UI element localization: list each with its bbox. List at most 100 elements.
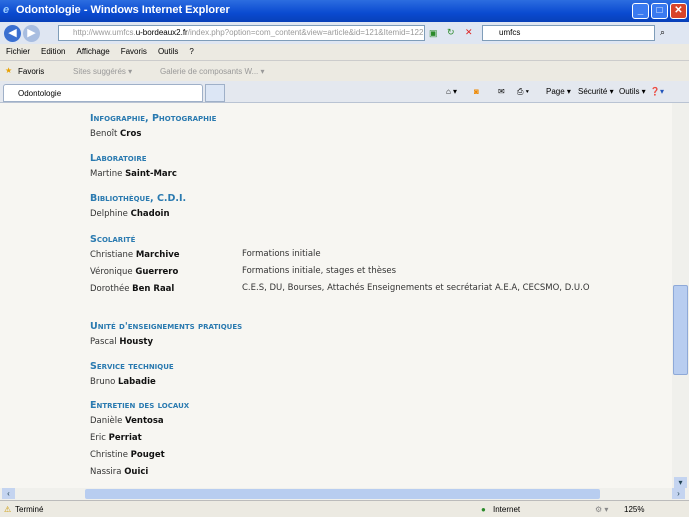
security-menu[interactable]: Sécurité ▾ [578, 87, 614, 96]
section-heading: Bibliothèque, C.D.I. [90, 193, 187, 204]
url-prefix: http://www.umfcs. [73, 28, 136, 37]
horizontal-scrollbar[interactable]: ‹ › [0, 488, 689, 500]
last-name: Saint-Marc [125, 169, 177, 179]
section-heading: Entretien des locaux [90, 400, 190, 411]
person-role: Formations initiale [242, 249, 321, 259]
address-row: ◀ ▶ http://www.umfcs.u-bordeaux2.fr/inde… [0, 22, 689, 44]
last-name: Labadie [118, 377, 156, 387]
tools-menu[interactable]: Outils ▾ [619, 87, 646, 96]
refresh-icon[interactable]: ↻ [447, 27, 455, 38]
section-heading: Laboratoire [90, 153, 147, 164]
person-role: C.E.S, DU, Bourses, Attachés Enseignemen… [242, 283, 590, 293]
last-name: Pouget [130, 450, 165, 460]
scroll-right-button[interactable]: › [672, 488, 685, 499]
url-path: /index.php?option=com_content&view=artic… [187, 28, 424, 37]
first-name: Delphine [90, 209, 128, 219]
vertical-scroll-thumb[interactable] [673, 285, 688, 375]
url-domain: u-bordeaux2.fr [135, 28, 188, 37]
zoom-level[interactable]: 125% [624, 505, 644, 514]
menu-fichier[interactable]: Fichier [0, 44, 35, 56]
last-name: Guerrero [135, 267, 179, 277]
first-name: Christine [90, 450, 128, 460]
section-heading: Service technique [90, 361, 174, 372]
tab-odontologie[interactable]: Odontologie [3, 84, 203, 102]
page-content: Infographie, Photographie Benoît Cros Labo… [0, 103, 672, 488]
menu-edition[interactable]: Edition [35, 44, 70, 56]
globe-icon: ● [481, 505, 486, 514]
back-button[interactable]: ◀ [4, 25, 21, 42]
first-name: Bruno [90, 377, 116, 387]
menu-outils[interactable]: Outils [152, 44, 183, 56]
person-row: Nassira Ouici [90, 467, 148, 477]
last-name: Marchive [135, 250, 180, 260]
person-row: Christiane Marchive [90, 250, 180, 260]
last-name: Ben Raal [132, 284, 175, 294]
star-icon: ★ [5, 66, 13, 75]
horizontal-scroll-thumb[interactable] [85, 489, 600, 499]
first-name: Dorothée [90, 284, 130, 294]
stop-icon[interactable]: ✕ [465, 27, 473, 38]
menu-affichage[interactable]: Affichage [70, 44, 114, 56]
maximize-button[interactable]: □ [651, 3, 668, 19]
status-bar: ⚠ Terminé ● Internet ⚙ ▾ 125% [0, 500, 689, 517]
status-text: Terminé [15, 505, 44, 514]
person-row: Delphine Chadoin [90, 209, 170, 219]
last-name: Ventosa [125, 416, 164, 426]
person-row: Benoît Cros [90, 129, 141, 139]
first-name: Martine [90, 169, 123, 179]
vertical-scrollbar[interactable]: ▾ [672, 103, 689, 488]
rss-icon[interactable]: ◙ [474, 87, 479, 96]
person-row: Véronique Guerrero [90, 267, 178, 277]
last-name: Housty [119, 337, 153, 347]
help-icon[interactable]: ❓▾ [650, 87, 664, 96]
section-heading: Scolarité [90, 234, 136, 245]
section-heading: Unité d'enseignements pratiques [90, 321, 243, 332]
home-icon[interactable]: ⌂ ▾ [446, 87, 457, 96]
person-row: Pascal Housty [90, 337, 153, 347]
scroll-left-button[interactable]: ‹ [2, 488, 15, 499]
first-name: Pascal [90, 337, 117, 347]
person-role: Formations initiale, stages et thèses [242, 266, 397, 276]
last-name: Cros [120, 129, 142, 139]
suggested-sites[interactable]: Sites suggérés ▾ [73, 67, 132, 76]
first-name: Benoît [90, 129, 118, 139]
menu-bar: Fichier Edition Affichage Favoris Outils? [0, 44, 689, 61]
web-slice-gallery[interactable]: Galerie de composants W... ▾ [160, 67, 265, 76]
first-name: Nassira [90, 467, 122, 477]
warning-icon: ⚠ [4, 505, 12, 514]
person-row: Christine Pouget [90, 450, 165, 460]
person-row: Danièle Ventosa [90, 416, 164, 426]
mail-icon[interactable]: ✉ [498, 87, 505, 96]
zone-label: Internet [493, 505, 521, 514]
forward-button[interactable]: ▶ [23, 25, 40, 42]
person-row: Dorothée Ben Raal [90, 284, 174, 294]
protected-mode-icon[interactable]: ⚙ ▾ [595, 505, 608, 514]
favorites-button[interactable]: Favoris [18, 67, 44, 76]
window-title: Odontologie - Windows Internet Explorer [16, 4, 230, 16]
last-name: Perriat [108, 433, 142, 443]
first-name: Véronique [90, 267, 133, 277]
search-input[interactable]: umfcs [482, 25, 655, 41]
minimize-button[interactable]: _ [632, 3, 649, 19]
last-name: Ouici [124, 467, 149, 477]
new-tab-button[interactable] [205, 84, 225, 102]
address-bar[interactable]: http://www.umfcs.u-bordeaux2.fr/index.ph… [58, 25, 425, 41]
person-row: Bruno Labadie [90, 377, 156, 387]
search-icon[interactable]: ⌕ [660, 27, 665, 38]
ie-logo-icon: e [3, 4, 10, 16]
close-button[interactable]: ✕ [670, 3, 687, 19]
first-name: Eric [90, 433, 106, 443]
first-name: Danièle [90, 416, 123, 426]
menu-favoris[interactable]: Favoris [115, 44, 152, 56]
first-name: Christiane [90, 250, 134, 260]
section-heading: Infographie, Photographie [90, 113, 217, 124]
tab-row: Odontologie ⌂ ▾ ◙ ✉ ⎙ ▾ Page ▾ Sécurité … [0, 81, 689, 103]
page-menu[interactable]: Page ▾ [546, 87, 571, 96]
menu-help[interactable]: ? [183, 44, 198, 56]
scroll-down-button[interactable]: ▾ [674, 477, 687, 488]
person-row: Martine Saint-Marc [90, 169, 177, 179]
last-name: Chadoin [130, 209, 170, 219]
print-icon[interactable]: ⎙ ▾ [517, 87, 529, 97]
compat-icon[interactable]: ▣ [429, 28, 438, 39]
person-row: Eric Perriat [90, 433, 142, 443]
